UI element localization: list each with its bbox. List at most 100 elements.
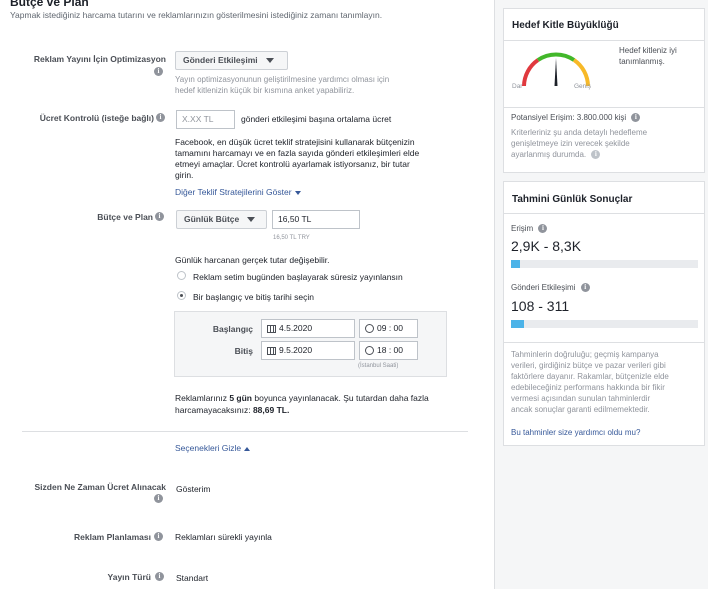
divider	[22, 431, 468, 432]
hide-options-link[interactable]: Seçenekleri Gizle	[175, 443, 251, 453]
criteria-line-1: Kriterleriniz şu anda detaylı hedefleme	[511, 128, 648, 137]
end-time-value: 18 : 00	[377, 345, 403, 355]
calendar-icon	[267, 324, 276, 333]
disclaimer-line-6: ancak sonuçlar garanti edilmemektedir.	[511, 405, 650, 414]
optimization-help-line-2: hedef kitlenizin küçük bir kısmına anket…	[175, 86, 355, 95]
daily-results-title: Tahmini Günlük Sonuçlar	[512, 194, 633, 205]
budget-label-text: Bütçe ve Plan	[97, 212, 153, 222]
start-date-value: 4.5.2020	[279, 323, 313, 333]
bid-label-text: Ücret Kontrolü (isteğe bağlı)	[39, 113, 154, 123]
radio-start-end-date[interactable]	[177, 291, 186, 300]
schedule-value: Reklamları sürekli yayınla	[175, 532, 272, 542]
engagement-label: Gönderi Etkileşimi i	[511, 283, 590, 293]
reach-bar-fill	[511, 260, 521, 268]
budget-summary-line-2: harcamayacaksınız: 88,69 TL.	[175, 405, 289, 415]
end-date-value: 9.5.2020	[279, 345, 313, 355]
engagement-label-text: Gönderi Etkileşimi	[511, 283, 576, 292]
summary-days: 5 gün	[229, 393, 252, 403]
end-time-input[interactable]: 18 : 00	[359, 341, 418, 360]
reach-label-text: Erişim	[511, 224, 534, 233]
optimization-help-line-1: Yayın optimizasyonunun geliştirilmesine …	[175, 75, 390, 84]
engagement-bar	[511, 320, 698, 328]
divider	[504, 213, 704, 214]
summary-amount: 88,69 TL.	[252, 405, 290, 415]
bid-description-line-3: etmeyi amaçlar. Ücret kontrolü ayarlamak…	[175, 159, 410, 169]
bid-label: Ücret Kontrolü (isteğe bağlı)	[20, 113, 154, 123]
budget-amount-input[interactable]: 16,50 TL	[272, 210, 360, 229]
start-time-input[interactable]: 09 : 00	[359, 319, 418, 338]
end-date-label: Bitiş	[234, 346, 253, 356]
budget-type-dropdown[interactable]: Günlük Bütçe	[176, 210, 267, 229]
optimization-dropdown[interactable]: Gönderi Etkileşimi	[175, 51, 288, 70]
section-title: Bütçe ve Plan	[10, 0, 89, 9]
optimization-label-text: Reklam Yayını İçin Optimizasyon	[33, 54, 166, 64]
gauge-broad-label: Geniş	[574, 83, 591, 90]
radio-run-continuously[interactable]	[177, 271, 186, 280]
reach-bar	[511, 260, 698, 268]
estimates-helpful-link[interactable]: Bu tahminler size yardımcı oldu mu?	[511, 428, 640, 437]
bid-suffix: gönderi etkileşimi başına ortalama ücret	[241, 114, 392, 124]
disclaimer-line-5: vermesi açısından sunulan tahminlerdir	[511, 394, 651, 403]
summary-text: harcamayacaksınız:	[175, 405, 253, 415]
schedule-label: Reklam Planlaması	[73, 532, 151, 542]
info-icon[interactable]: i	[580, 283, 590, 293]
info-icon[interactable]: i	[155, 212, 164, 221]
budget-note: Günlük harcanan gerçek tutar değişebilir…	[175, 255, 330, 265]
billing-value: Gösterim	[176, 484, 211, 494]
main-panel: Bütçe ve Plan Yapmak istediğiniz harcama…	[0, 0, 494, 589]
chevron-down-icon	[294, 190, 301, 195]
gauge-needle	[554, 58, 558, 86]
info-icon[interactable]: i	[156, 113, 165, 122]
delivery-value: Standart	[176, 573, 209, 583]
end-date-input[interactable]: 9.5.2020	[261, 341, 355, 360]
timezone-label: (İstanbul Saati)	[358, 363, 399, 369]
engagement-value: 108 - 311	[511, 298, 570, 314]
disclaimer-line-3: faktörlere dayanır. Rakamlar, bütçenizle…	[511, 372, 669, 381]
criteria-line-3: ayarlanmış durumda. i	[511, 149, 601, 160]
bid-amount-input[interactable]: X.XX TL	[176, 110, 235, 129]
summary-text: boyunca yayınlanacak. Şu tutardan daha f…	[252, 393, 429, 403]
potential-reach-text: Potansiyel Erişim: 3.800.000 kişi	[511, 113, 627, 122]
audience-card-title: Hedef Kitle Büyüklüğü	[512, 20, 619, 31]
summary-text: Reklamlarınız	[175, 393, 230, 403]
bid-description-line-2: tamamını harcamayı ve en fazla sayıda gö…	[175, 148, 420, 158]
clock-icon	[365, 324, 374, 334]
info-icon[interactable]: i	[538, 224, 548, 234]
optimization-dropdown-value: Gönderi Etkileşimi	[183, 55, 258, 65]
info-icon[interactable]: i	[154, 67, 163, 76]
optimization-label: Reklam Yayını İçin Optimizasyon	[6, 54, 166, 64]
info-icon[interactable]: i	[591, 150, 601, 160]
divider	[504, 40, 704, 41]
budget-amount-value: 16,50 TL	[278, 214, 312, 224]
budget-summary-line-1: Reklamlarınız 5 gün boyunca yayınlanacak…	[175, 393, 429, 403]
bid-strategies-link[interactable]: Diğer Teklif Stratejilerini Göster	[175, 187, 301, 197]
delivery-label: Yayın Türü	[107, 572, 151, 582]
engagement-bar-fill	[511, 320, 525, 328]
audience-size-card: Hedef Kitle Büyüklüğü Dar Geniş Hedef ki…	[503, 8, 705, 173]
budget-type-value: Günlük Bütçe	[184, 214, 240, 224]
chevron-up-icon	[244, 446, 251, 451]
info-icon[interactable]: i	[631, 113, 641, 123]
reach-value: 2,9K - 8,3K	[511, 238, 582, 254]
info-icon[interactable]: i	[155, 572, 164, 581]
bid-strategies-link-text: Diğer Teklif Stratejilerini Göster	[175, 187, 292, 197]
info-icon[interactable]: i	[154, 494, 163, 503]
info-icon[interactable]: i	[154, 532, 163, 541]
bid-amount-placeholder: X.XX TL	[182, 114, 214, 124]
budget-amount-hint: 16,50 TL TRY	[273, 235, 310, 241]
divider	[504, 107, 704, 108]
audience-status-line-2: tanımlanmış.	[619, 57, 665, 66]
chevron-down-icon	[247, 217, 256, 223]
bid-description-line-4: girin.	[175, 170, 194, 180]
reach-label: Erişim i	[511, 224, 548, 234]
radio-start-end-date-label: Bir başlangıç ve bitiş tarihi seçin	[193, 292, 314, 302]
criteria-line-2: genişletmeye izin verecek şekilde	[511, 139, 630, 148]
disclaimer-line-4: edebileceğiniz performans hakkında bir f…	[511, 383, 665, 392]
calendar-icon	[267, 346, 276, 355]
gauge-segment-low	[522, 58, 540, 87]
start-date-label: Başlangıç	[212, 324, 253, 334]
start-date-input[interactable]: 4.5.2020	[261, 319, 355, 338]
disclaimer-line-2: verileri, girdiğiniz bütçe ve pazar veri…	[511, 361, 666, 370]
budget-label: Bütçe ve Plan	[60, 212, 153, 222]
clock-icon	[365, 346, 374, 356]
